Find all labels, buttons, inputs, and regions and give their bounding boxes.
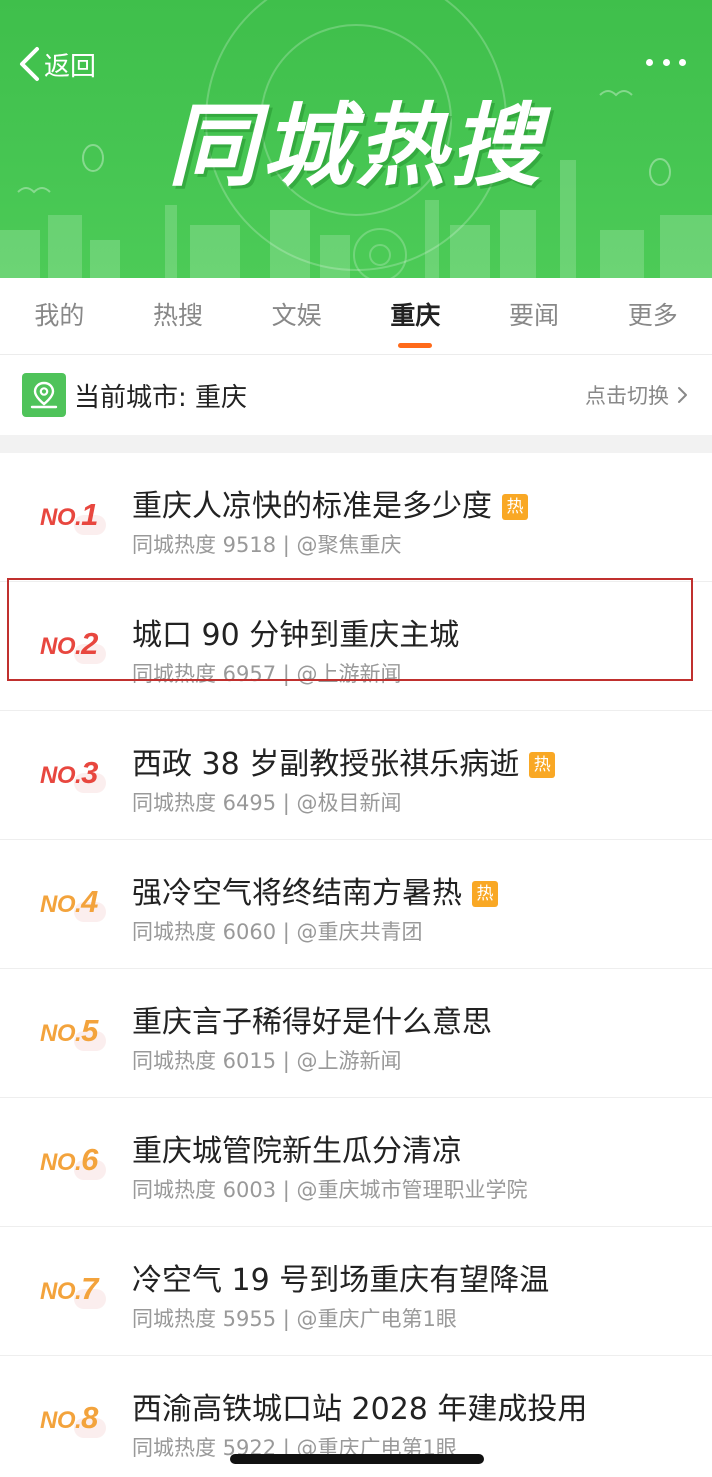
home-indicator	[230, 1454, 484, 1464]
dot-icon	[646, 58, 653, 66]
rank-value: 1	[81, 497, 98, 532]
item-meta: 同城热度 6957 | @上游新闻	[132, 662, 402, 686]
category-tabs: 我的 热搜 文娱 重庆 要闻 更多	[0, 278, 712, 355]
item-meta: 同城热度 6060 | @重庆共青团	[132, 920, 423, 944]
rank-prefix: NO.	[40, 1020, 82, 1047]
item-title-row: 城口 90 分钟到重庆主城	[132, 610, 459, 654]
item-title: 重庆言子稀得好是什么意思	[132, 1005, 492, 1040]
item-title-row: 重庆城管院新生瓜分清凉	[132, 1126, 462, 1170]
item-title: 重庆人凉快的标准是多少度	[132, 489, 492, 524]
item-meta: 同城热度 9518 | @聚焦重庆	[132, 533, 402, 557]
list-item[interactable]: NO.4 强冷空气将终结南方暑热热同城热度 6060 | @重庆共青团	[0, 840, 712, 969]
switch-city-button[interactable]: 点击切换	[585, 380, 688, 410]
tab-hot-search[interactable]: 热搜	[119, 278, 238, 354]
rank-prefix: NO.	[40, 891, 82, 918]
rank-prefix: NO.	[40, 1278, 82, 1305]
rank-prefix: NO.	[40, 762, 82, 789]
rank-value: 4	[81, 884, 98, 919]
tab-entertainment[interactable]: 文娱	[237, 278, 356, 354]
current-city-bar: 当前城市: 重庆 点击切换	[0, 355, 712, 435]
back-label: 返回	[44, 51, 97, 82]
back-button[interactable]: 返回	[18, 42, 96, 86]
tab-more[interactable]: 更多	[593, 278, 712, 354]
list-item[interactable]: NO.1 重庆人凉快的标准是多少度热同城热度 9518 | @聚焦重庆	[0, 453, 712, 582]
item-title-row: 西政 38 岁副教授张祺乐病逝热	[132, 739, 556, 783]
list-item[interactable]: NO.3 西政 38 岁副教授张祺乐病逝热同城热度 6495 | @极目新闻	[0, 711, 712, 840]
item-title-row: 冷空气 19 号到场重庆有望降温	[132, 1255, 549, 1299]
tab-mine[interactable]: 我的	[0, 278, 119, 354]
tab-chongqing[interactable]: 重庆	[356, 278, 475, 354]
item-title-row: 重庆人凉快的标准是多少度热	[132, 481, 528, 525]
hot-search-list: NO.1 重庆人凉快的标准是多少度热同城热度 9518 | @聚焦重庆 NO.2 城口…	[0, 453, 712, 1477]
rank-value: 3	[81, 755, 98, 790]
item-title: 冷空气 19 号到场重庆有望降温	[132, 1263, 550, 1298]
header-banner: 返回 同城热搜	[0, 0, 712, 278]
rank-number: NO.4	[40, 884, 98, 920]
item-meta: 同城热度 6003 | @重庆城市管理职业学院	[132, 1178, 528, 1202]
section-divider	[0, 435, 712, 453]
rank-number: NO.6	[40, 1142, 98, 1178]
tab-news[interactable]: 要闻	[475, 278, 594, 354]
current-city-label: 当前城市: 重庆	[74, 382, 248, 413]
item-meta: 同城热度 5955 | @重庆广电第1眼	[132, 1307, 457, 1331]
hot-badge: 热	[529, 752, 556, 778]
rank-value: 5	[81, 1013, 98, 1048]
rank-prefix: NO.	[40, 1149, 82, 1176]
rank-number: NO.8	[40, 1400, 98, 1436]
rank-prefix: NO.	[40, 504, 82, 531]
rank-value: 8	[81, 1400, 98, 1435]
list-item[interactable]: NO.6 重庆城管院新生瓜分清凉同城热度 6003 | @重庆城市管理职业学院	[0, 1098, 712, 1227]
item-title: 西渝高铁城口站 2028 年建成投用	[132, 1392, 588, 1427]
location-pin-icon	[22, 373, 66, 417]
item-title: 城口 90 分钟到重庆主城	[132, 618, 460, 653]
rank-number: NO.7	[40, 1271, 98, 1307]
rank-value: 7	[81, 1271, 98, 1306]
switch-city-label: 点击切换	[585, 384, 669, 408]
list-item[interactable]: NO.2 城口 90 分钟到重庆主城同城热度 6957 | @上游新闻	[0, 582, 712, 711]
chevron-right-icon	[678, 387, 687, 403]
item-title-row: 西渝高铁城口站 2028 年建成投用	[132, 1384, 587, 1428]
dot-icon	[679, 58, 686, 66]
list-item[interactable]: NO.5 重庆言子稀得好是什么意思同城热度 6015 | @上游新闻	[0, 969, 712, 1098]
rank-prefix: NO.	[40, 1407, 82, 1434]
chevron-left-icon	[20, 47, 39, 81]
item-title: 重庆城管院新生瓜分清凉	[132, 1134, 462, 1169]
list-item[interactable]: NO.7 冷空气 19 号到场重庆有望降温同城热度 5955 | @重庆广电第1眼	[0, 1227, 712, 1356]
rank-prefix: NO.	[40, 633, 82, 660]
page-title: 同城热搜	[168, 94, 544, 199]
hot-badge: 热	[472, 881, 498, 907]
item-title-row: 强冷空气将终结南方暑热热	[132, 868, 498, 912]
item-title: 西政 38 岁副教授张祺乐病逝	[132, 747, 520, 782]
rank-number: NO.5	[40, 1013, 98, 1049]
dot-icon	[662, 58, 670, 66]
rank-value: 6	[81, 1142, 98, 1177]
item-title: 强冷空气将终结南方暑热	[132, 876, 462, 911]
hot-badge: 热	[502, 494, 528, 520]
rank-number: NO.3	[40, 755, 98, 791]
more-options-button[interactable]	[646, 50, 686, 74]
item-title-row: 重庆言子稀得好是什么意思	[132, 997, 492, 1041]
rank-number: NO.1	[40, 497, 98, 533]
rank-number: NO.2	[40, 626, 98, 662]
rank-value: 2	[81, 626, 98, 661]
item-meta: 同城热度 6495 | @极目新闻	[132, 791, 402, 815]
item-meta: 同城热度 6015 | @上游新闻	[132, 1049, 402, 1073]
